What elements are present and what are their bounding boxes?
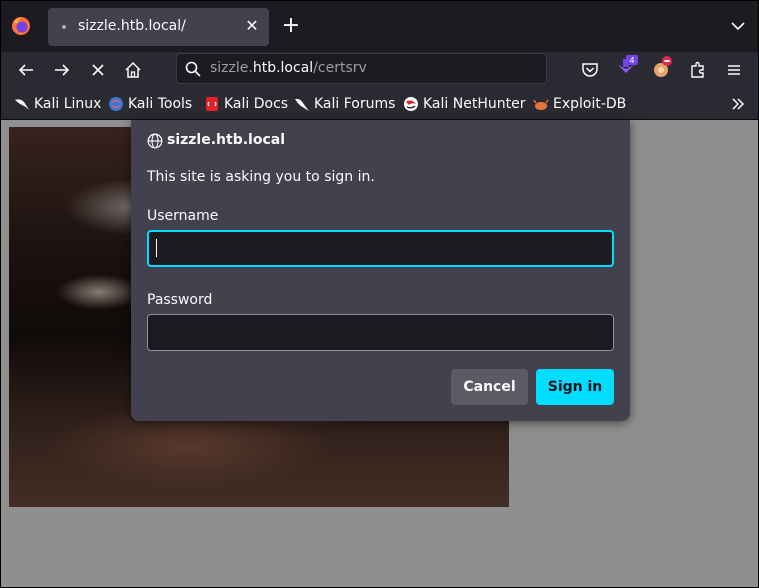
- close-tab-icon[interactable]: ✕: [243, 17, 261, 35]
- globe-icon: [147, 133, 163, 149]
- nav-bar: sizzle.htb.local/certsrv 4: [1, 52, 758, 88]
- extensions-puzzle-icon[interactable]: [686, 58, 710, 82]
- bookmark-label: Kali Forums: [314, 96, 396, 112]
- password-field[interactable]: [147, 314, 614, 351]
- hamburger-menu-icon[interactable]: [722, 58, 746, 82]
- back-arrow-icon[interactable]: [14, 58, 38, 82]
- exploit-db-icon: [533, 99, 549, 110]
- search-icon: [185, 61, 201, 77]
- kali-docs-icon: [206, 97, 218, 111]
- tab-sizzle[interactable]: sizzle.htb.local/ ✕: [48, 8, 269, 46]
- cancel-button[interactable]: Cancel: [451, 369, 528, 405]
- username-field[interactable]: [147, 230, 614, 267]
- bookmark-label: Kali NetHunter: [423, 96, 526, 112]
- bookmark-label: Kali Tools: [128, 96, 193, 112]
- extension-badge: 4: [629, 56, 634, 65]
- bookmark-kali-nethunter[interactable]: Kali NetHunter: [403, 95, 525, 113]
- bookmarks-toolbar: Kali Linux Kali Tools Kali Docs Kali For…: [1, 88, 758, 120]
- home-icon[interactable]: [121, 58, 145, 82]
- kali-tools-icon: [109, 97, 123, 111]
- tab-title: sizzle.htb.local/: [78, 18, 186, 34]
- text-caret: [156, 239, 157, 257]
- loading-dot-icon: [62, 25, 66, 29]
- new-tab-button[interactable]: +: [281, 15, 301, 37]
- nethunter-icon: [404, 97, 418, 111]
- url-text: sizzle.htb.local/certsrv: [210, 60, 367, 76]
- url-host-prefix: sizzle.: [210, 60, 253, 76]
- kali-dragon-icon: [15, 99, 29, 110]
- password-label: Password: [147, 292, 213, 308]
- adblock-extension-icon[interactable]: [650, 55, 674, 79]
- chevron-double-right-icon[interactable]: [726, 92, 750, 116]
- kali-forums-icon: [295, 98, 309, 111]
- bookmark-label: Kali Docs: [224, 96, 289, 112]
- browser-window: sizzle.htb.local/ ✕ + sizzle.htb.local/c…: [0, 0, 759, 588]
- stop-loading-icon[interactable]: [86, 58, 110, 82]
- url-host-domain: htb.local: [252, 60, 314, 76]
- bookmark-exploit-db[interactable]: Exploit-DB: [533, 95, 626, 113]
- username-label: Username: [147, 208, 219, 224]
- tab-strip: sizzle.htb.local/ ✕ +: [1, 1, 758, 52]
- dialog-message: This site is asking you to sign in.: [147, 169, 375, 185]
- dialog-host: sizzle.htb.local: [167, 132, 286, 148]
- url-path: /certsrv: [313, 60, 367, 76]
- auth-dialog: sizzle.htb.local This site is asking you…: [131, 120, 630, 421]
- chevron-down-icon[interactable]: [728, 16, 748, 36]
- pocket-icon[interactable]: [578, 58, 602, 82]
- url-bar[interactable]: sizzle.htb.local/certsrv: [176, 53, 547, 84]
- sign-in-button[interactable]: Sign in: [536, 369, 614, 405]
- bookmark-kali-tools[interactable]: Kali Tools: [108, 95, 192, 113]
- bookmark-label: Kali Linux: [34, 96, 102, 112]
- bookmark-kali-docs[interactable]: Kali Docs: [204, 95, 288, 113]
- firefox-menu-icon[interactable]: [11, 16, 31, 36]
- forward-arrow-icon[interactable]: [50, 58, 74, 82]
- bookmark-kali-linux[interactable]: Kali Linux: [14, 95, 101, 113]
- bookmark-kali-forums[interactable]: Kali Forums: [294, 95, 395, 113]
- extension-purple-icon[interactable]: 4: [614, 55, 638, 79]
- bookmark-label: Exploit-DB: [553, 96, 627, 112]
